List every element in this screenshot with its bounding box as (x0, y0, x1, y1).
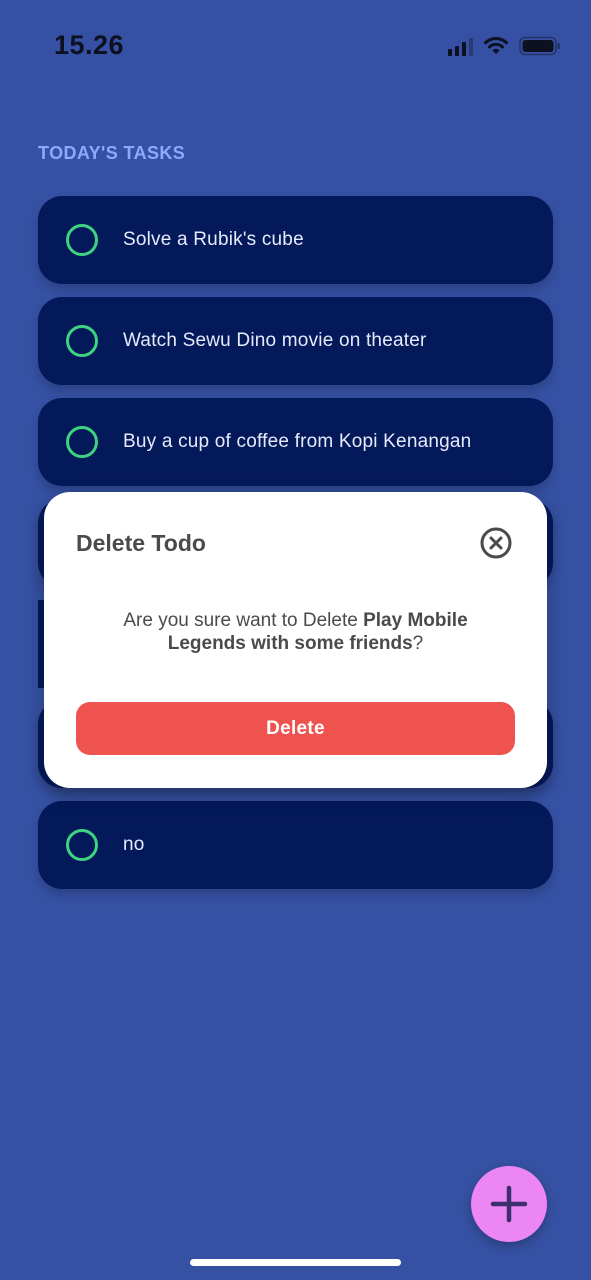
task-item[interactable]: Buy a cup of coffee from Kopi Kenangan (38, 398, 553, 486)
status-time: 15.26 (54, 30, 125, 60)
section-title: TODAY'S TASKS (38, 143, 186, 163)
message-suffix: ? (412, 633, 424, 654)
delete-button[interactable]: Delete (76, 702, 515, 755)
message-prefix: Are you sure want to Delete (123, 610, 364, 631)
cellular-signal-icon (448, 37, 473, 56)
task-label: Buy a cup of coffee from Kopi Kenangan (123, 431, 472, 452)
battery-icon (519, 36, 560, 56)
task-item[interactable]: Solve a Rubik's cube (38, 196, 553, 284)
task-label: Solve a Rubik's cube (123, 229, 304, 250)
status-icons (448, 36, 561, 56)
app-screen: 15.26 TODAY'S TASKS Solve a Rubik's cube… (0, 0, 591, 1280)
delete-todo-dialog: Delete Todo Are you sure want to Delete … (44, 492, 547, 788)
checkbox-circle-icon[interactable] (66, 426, 98, 458)
checkbox-circle-icon[interactable] (66, 829, 98, 861)
checkbox-circle-icon[interactable] (66, 325, 98, 357)
dialog-message: Are you sure want to Delete Play Mobile … (84, 609, 507, 655)
checkbox-circle-icon[interactable] (66, 224, 98, 256)
dialog-title: Delete Todo (76, 530, 206, 556)
add-todo-button[interactable] (471, 1166, 547, 1242)
task-label: Watch Sewu Dino movie on theater (123, 330, 427, 351)
home-indicator[interactable] (190, 1259, 401, 1266)
wifi-icon (484, 37, 508, 54)
task-item[interactable]: no (38, 801, 553, 889)
close-circle-icon[interactable] (480, 527, 512, 559)
task-label: no (123, 834, 145, 855)
task-item[interactable]: Watch Sewu Dino movie on theater (38, 297, 553, 385)
plus-icon (490, 1185, 528, 1223)
